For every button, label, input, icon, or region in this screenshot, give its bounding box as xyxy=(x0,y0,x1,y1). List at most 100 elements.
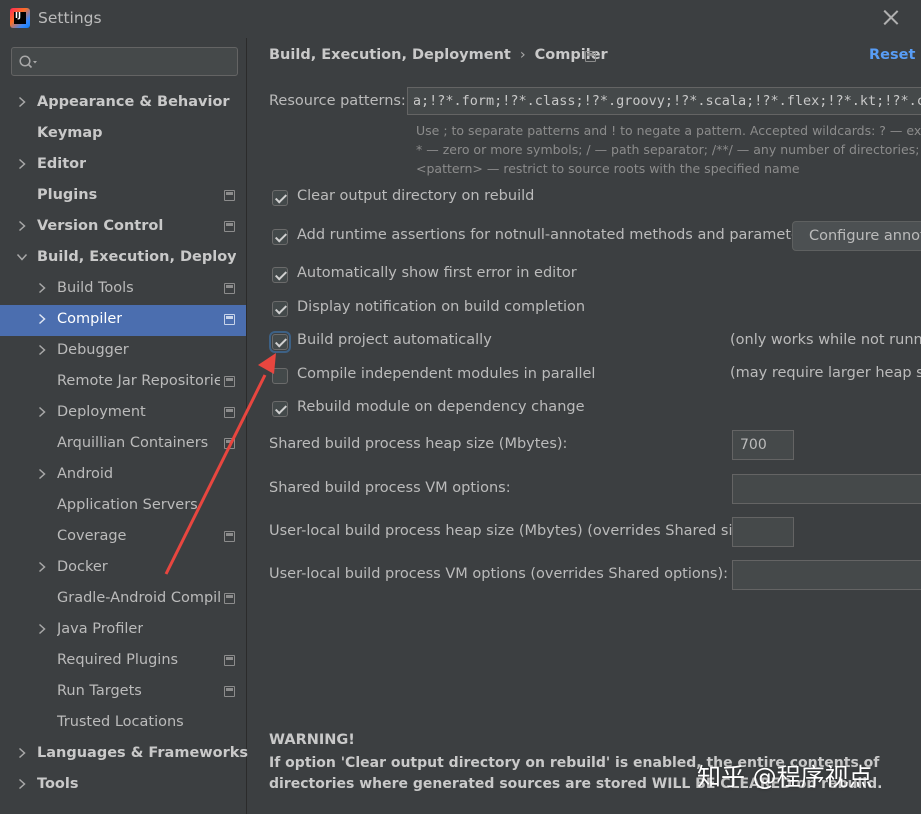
chevron-right-icon xyxy=(38,344,46,356)
sidebar-item-remote-jar-repositories[interactable]: Remote Jar Repositories xyxy=(0,367,246,398)
resource-patterns-label: Resource patterns: xyxy=(269,93,406,109)
sidebar-item-trusted-locations[interactable]: Trusted Locations xyxy=(0,708,246,739)
project-settings-icon xyxy=(224,283,235,294)
build-automatically-checkbox[interactable] xyxy=(269,331,291,353)
sidebar-item-keymap[interactable]: Keymap xyxy=(0,119,246,150)
sidebar-item-tools[interactable]: Tools xyxy=(0,770,246,801)
project-settings-icon xyxy=(224,438,235,449)
show-first-error-checkbox[interactable] xyxy=(272,267,288,283)
sidebar-item-editor[interactable]: Editor xyxy=(0,150,246,181)
sidebar-item-application-servers[interactable]: Application Servers xyxy=(0,491,246,522)
sidebar-item-label: Docker xyxy=(57,559,108,575)
sidebar-item-label: Editor xyxy=(37,156,87,172)
sidebar-item-label: Coverage xyxy=(57,528,127,544)
sidebar-item-label: Java Profiler xyxy=(57,621,144,637)
chevron-right-icon xyxy=(18,158,26,170)
sidebar-item-label: Run Targets xyxy=(57,683,142,699)
sidebar-item-label: Plugins xyxy=(37,187,98,203)
intellij-logo-icon: IJ xyxy=(10,8,30,28)
settings-sidebar: Appearance & Behavior Keymap Editor Plug… xyxy=(0,38,249,814)
sidebar-item-build-execution-deployment[interactable]: Build, Execution, Deployment xyxy=(0,243,246,274)
sidebar-item-arquillian-containers[interactable]: Arquillian Containers xyxy=(0,429,246,460)
sidebar-item-label: Appearance & Behavior xyxy=(37,94,230,110)
sidebar-item-java-profiler[interactable]: Java Profiler xyxy=(0,615,246,646)
configure-annotations-button[interactable]: Configure annotations... xyxy=(792,221,921,251)
shared-vm-options-input[interactable] xyxy=(732,474,921,504)
compile-parallel-label[interactable]: Compile independent modules in parallel xyxy=(297,366,595,382)
search-icon xyxy=(19,55,37,69)
shared-heap-label: Shared build process heap size (Mbytes): xyxy=(269,436,568,452)
sidebar-item-label: Version Control xyxy=(37,218,164,234)
local-vm-options-label: User-local build process VM options (ove… xyxy=(269,566,729,582)
clear-output-checkbox[interactable] xyxy=(272,190,288,206)
sidebar-item-compiler[interactable]: Compiler xyxy=(0,305,246,336)
close-icon[interactable] xyxy=(878,5,904,31)
chevron-right-icon xyxy=(18,778,26,790)
resource-patterns-hint: Use ; to separate patterns and ! to nega… xyxy=(416,123,921,138)
chevron-right-icon xyxy=(38,623,46,635)
warning-title: WARNING! xyxy=(269,732,355,748)
resource-patterns-hint: <pattern> — restrict to source roots wit… xyxy=(416,161,800,176)
breadcrumb-parent[interactable]: Build, Execution, Deployment xyxy=(269,47,511,63)
sidebar-item-debugger[interactable]: Debugger xyxy=(0,336,246,367)
sidebar-item-plugins[interactable]: Plugins xyxy=(0,181,246,212)
compile-parallel-checkbox[interactable] xyxy=(272,368,288,384)
shared-heap-input[interactable] xyxy=(732,430,794,460)
reset-link[interactable]: Reset xyxy=(869,47,915,63)
sidebar-item-run-targets[interactable]: Run Targets xyxy=(0,677,246,708)
window-title: Settings xyxy=(38,9,102,27)
chevron-down-icon xyxy=(16,253,28,261)
sidebar-item-docker[interactable]: Docker xyxy=(0,553,246,584)
project-settings-icon xyxy=(224,314,235,325)
display-notification-label[interactable]: Display notification on build completion xyxy=(297,299,585,315)
runtime-assertions-checkbox[interactable] xyxy=(272,229,288,245)
breadcrumb-separator: › xyxy=(519,47,526,63)
sidebar-item-deployment[interactable]: Deployment xyxy=(0,398,246,429)
sidebar-item-languages-frameworks[interactable]: Languages & Frameworks xyxy=(0,739,249,770)
clear-output-label[interactable]: Clear output directory on rebuild xyxy=(297,188,534,204)
sidebar-item-label: Languages & Frameworks xyxy=(37,745,249,761)
display-notification-checkbox[interactable] xyxy=(272,301,288,317)
chevron-right-icon xyxy=(38,282,46,294)
search-box[interactable] xyxy=(11,47,238,76)
sidebar-item-gradle-android-compiler[interactable]: Gradle-Android Compiler xyxy=(0,584,246,615)
sidebar-item-coverage[interactable]: Coverage xyxy=(0,522,246,553)
show-first-error-label[interactable]: Automatically show first error in editor xyxy=(297,265,577,281)
sidebar-item-label: Remote Jar Repositories xyxy=(57,373,220,389)
chevron-right-icon xyxy=(38,561,46,573)
title-bar: IJ Settings xyxy=(0,0,921,38)
sidebar-item-label: Gradle-Android Compiler xyxy=(57,590,220,606)
chevron-right-icon xyxy=(38,313,46,325)
project-settings-icon xyxy=(224,531,235,542)
sidebar-item-label: Trusted Locations xyxy=(57,714,184,730)
sidebar-item-label: Tools xyxy=(37,776,79,792)
sidebar-item-version-control[interactable]: Version Control xyxy=(0,212,246,243)
resource-patterns-hint: * — zero or more symbols; / — path separ… xyxy=(416,142,920,157)
sidebar-item-build-tools[interactable]: Build Tools xyxy=(0,274,246,305)
local-heap-input[interactable] xyxy=(732,517,794,547)
project-settings-icon xyxy=(224,655,235,666)
build-automatically-note: (only works while not running / debuggin… xyxy=(730,332,921,348)
sidebar-item-android[interactable]: Android xyxy=(0,460,246,491)
breadcrumb-current: Compiler xyxy=(534,47,608,63)
project-settings-icon xyxy=(224,221,235,232)
compiler-settings-panel: Build, Execution, Deployment › Compiler Re… xyxy=(248,38,921,814)
resource-patterns-input[interactable] xyxy=(407,87,921,115)
watermark: 知乎 @程序视点 xyxy=(697,763,873,791)
project-settings-icon xyxy=(224,190,235,201)
sidebar-item-label: Compiler xyxy=(57,311,123,327)
search-input[interactable] xyxy=(40,52,230,72)
chevron-right-icon xyxy=(38,406,46,418)
breadcrumb: Build, Execution, Deployment › Compiler xyxy=(269,47,608,63)
local-heap-label: User-local build process heap size (Mbyt… xyxy=(269,523,760,539)
project-settings-icon xyxy=(224,407,235,418)
build-automatically-label[interactable]: Build project automatically xyxy=(297,332,492,348)
runtime-assertions-label[interactable]: Add runtime assertions for notnull-annot… xyxy=(297,227,813,243)
chevron-right-icon xyxy=(18,220,26,232)
rebuild-on-dependency-label[interactable]: Rebuild module on dependency change xyxy=(297,399,585,415)
rebuild-on-dependency-checkbox[interactable] xyxy=(272,401,288,417)
sidebar-item-required-plugins[interactable]: Required Plugins xyxy=(0,646,246,677)
local-vm-options-input[interactable] xyxy=(732,560,921,590)
shared-vm-options-label: Shared build process VM options: xyxy=(269,480,511,496)
sidebar-item-appearance-behavior[interactable]: Appearance & Behavior xyxy=(0,88,246,119)
